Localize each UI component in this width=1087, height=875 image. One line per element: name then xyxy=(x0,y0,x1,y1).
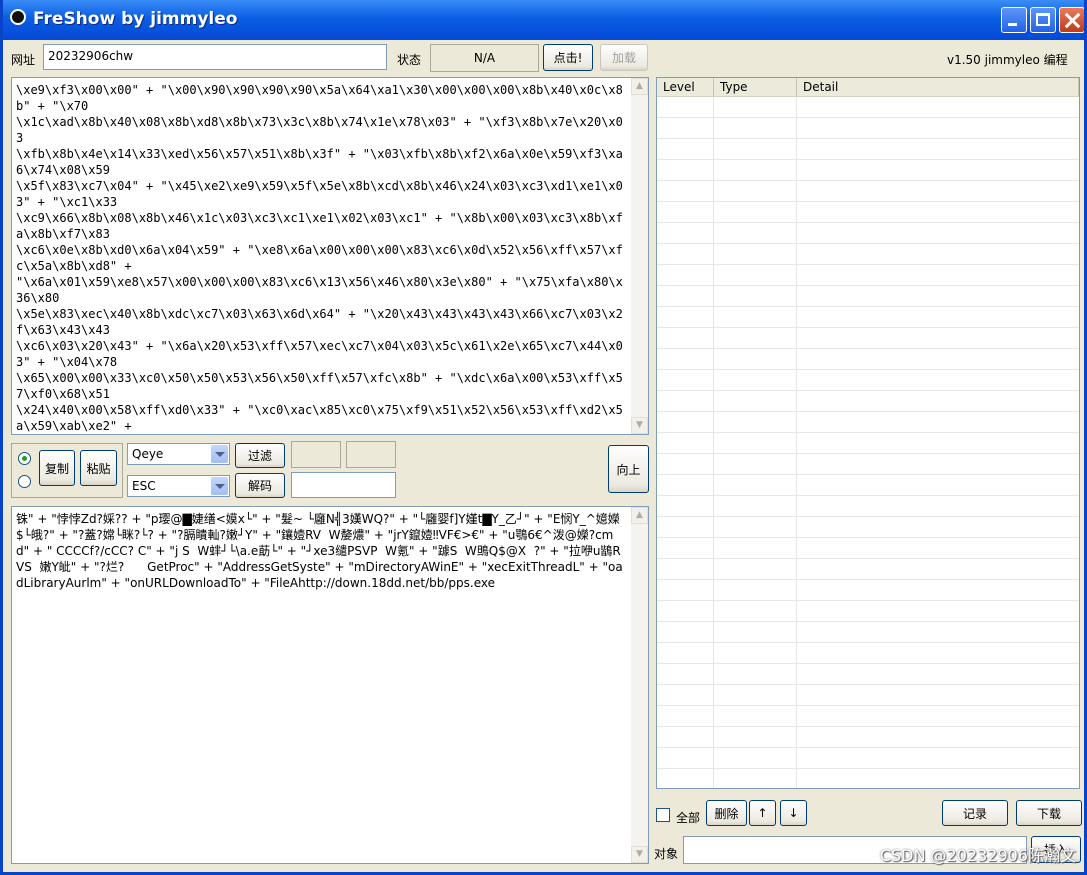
minimize-icon xyxy=(1002,8,1026,32)
scroll-down-icon[interactable]: ▼ xyxy=(631,846,648,863)
radio-option-1[interactable] xyxy=(18,452,31,465)
load-button[interactable]: 加载 xyxy=(600,44,648,71)
column-type[interactable]: Type xyxy=(714,78,797,96)
lower-scrollbar[interactable]: ▲ ▼ xyxy=(631,507,648,863)
chevron-down-icon[interactable] xyxy=(211,445,228,463)
decode-input[interactable] xyxy=(291,472,396,498)
decode-select[interactable]: ESC xyxy=(127,475,230,497)
app-window: FreShow by jimmyleo 网址 20232906chw 状态 N/… xyxy=(0,0,1087,875)
filter-status-box-2 xyxy=(346,441,396,468)
filter-status-box-1 xyxy=(291,441,341,468)
scroll-up-icon[interactable]: ▲ xyxy=(631,507,648,524)
maximize-button[interactable] xyxy=(1030,7,1056,33)
select-all-label: 全部 xyxy=(676,811,701,825)
download-button[interactable]: 下载 xyxy=(1016,800,1082,826)
close-button[interactable] xyxy=(1059,7,1084,33)
select-all-checkbox[interactable] xyxy=(656,808,670,822)
filter-select-value: Qeye xyxy=(132,447,164,461)
scroll-up-icon[interactable]: ▲ xyxy=(631,78,648,95)
up-button[interactable]: 向上 xyxy=(608,445,649,493)
scroll-down-icon[interactable]: ▼ xyxy=(631,417,648,434)
filter-button[interactable]: 过滤 xyxy=(235,443,285,468)
column-detail[interactable]: Detail xyxy=(797,78,1079,96)
url-label: 网址 xyxy=(11,53,36,67)
watermark: CSDN @20232906陈瀚文 xyxy=(879,846,1076,865)
column-level[interactable]: Level xyxy=(657,78,714,96)
hex-input-textarea[interactable]: \xe9\xf3\x00\x00" + "\x00\x90\x90\x90\x9… xyxy=(11,77,649,435)
hex-input-text: \xe9\xf3\x00\x00" + "\x00\x90\x90\x90\x9… xyxy=(16,83,623,433)
decode-button[interactable]: 解码 xyxy=(235,473,285,498)
close-icon xyxy=(1060,8,1084,32)
move-up-button[interactable]: ↑ xyxy=(749,800,776,826)
list-header: Level Type Detail xyxy=(657,78,1079,97)
maximize-icon xyxy=(1031,8,1055,32)
record-button[interactable]: 记录 xyxy=(942,800,1008,826)
delete-button[interactable]: 删除 xyxy=(706,800,747,826)
event-list[interactable]: Level Type Detail xyxy=(656,77,1080,789)
click-button[interactable]: 点击! xyxy=(543,44,593,71)
url-input[interactable]: 20232906chw xyxy=(43,44,387,70)
decoded-output-textarea[interactable]: 铢" + "悖悖Zd?婇?? + "p璎@▇婕缮<嫫x└" + "髮~ └廱N╣… xyxy=(11,506,649,864)
radio-option-2[interactable] xyxy=(18,475,31,488)
paste-button[interactable]: 粘贴 xyxy=(80,450,117,486)
chevron-down-icon[interactable] xyxy=(211,477,228,495)
window-title: FreShow by jimmyleo xyxy=(33,9,238,29)
copy-button[interactable]: 复制 xyxy=(39,450,75,486)
target-label: 对象 xyxy=(654,847,679,861)
decoded-output-text: 铢" + "悖悖Zd?婇?? + "p璎@▇婕缮<嫫x└" + "髮~ └廱N╣… xyxy=(16,512,623,590)
app-icon xyxy=(10,9,26,25)
status-label: 状态 xyxy=(397,53,422,67)
title-bar[interactable]: FreShow by jimmyleo xyxy=(3,0,1084,40)
filter-select[interactable]: Qeye xyxy=(127,443,230,465)
move-down-button[interactable]: ↓ xyxy=(780,800,807,826)
upper-scrollbar[interactable]: ▲ ▼ xyxy=(631,78,648,434)
decode-select-value: ESC xyxy=(132,479,156,493)
list-grid xyxy=(657,97,1079,788)
version-label: v1.50 jimmyleo 编程 xyxy=(947,53,1068,67)
status-value: N/A xyxy=(430,44,539,72)
minimize-button[interactable] xyxy=(1001,7,1027,33)
